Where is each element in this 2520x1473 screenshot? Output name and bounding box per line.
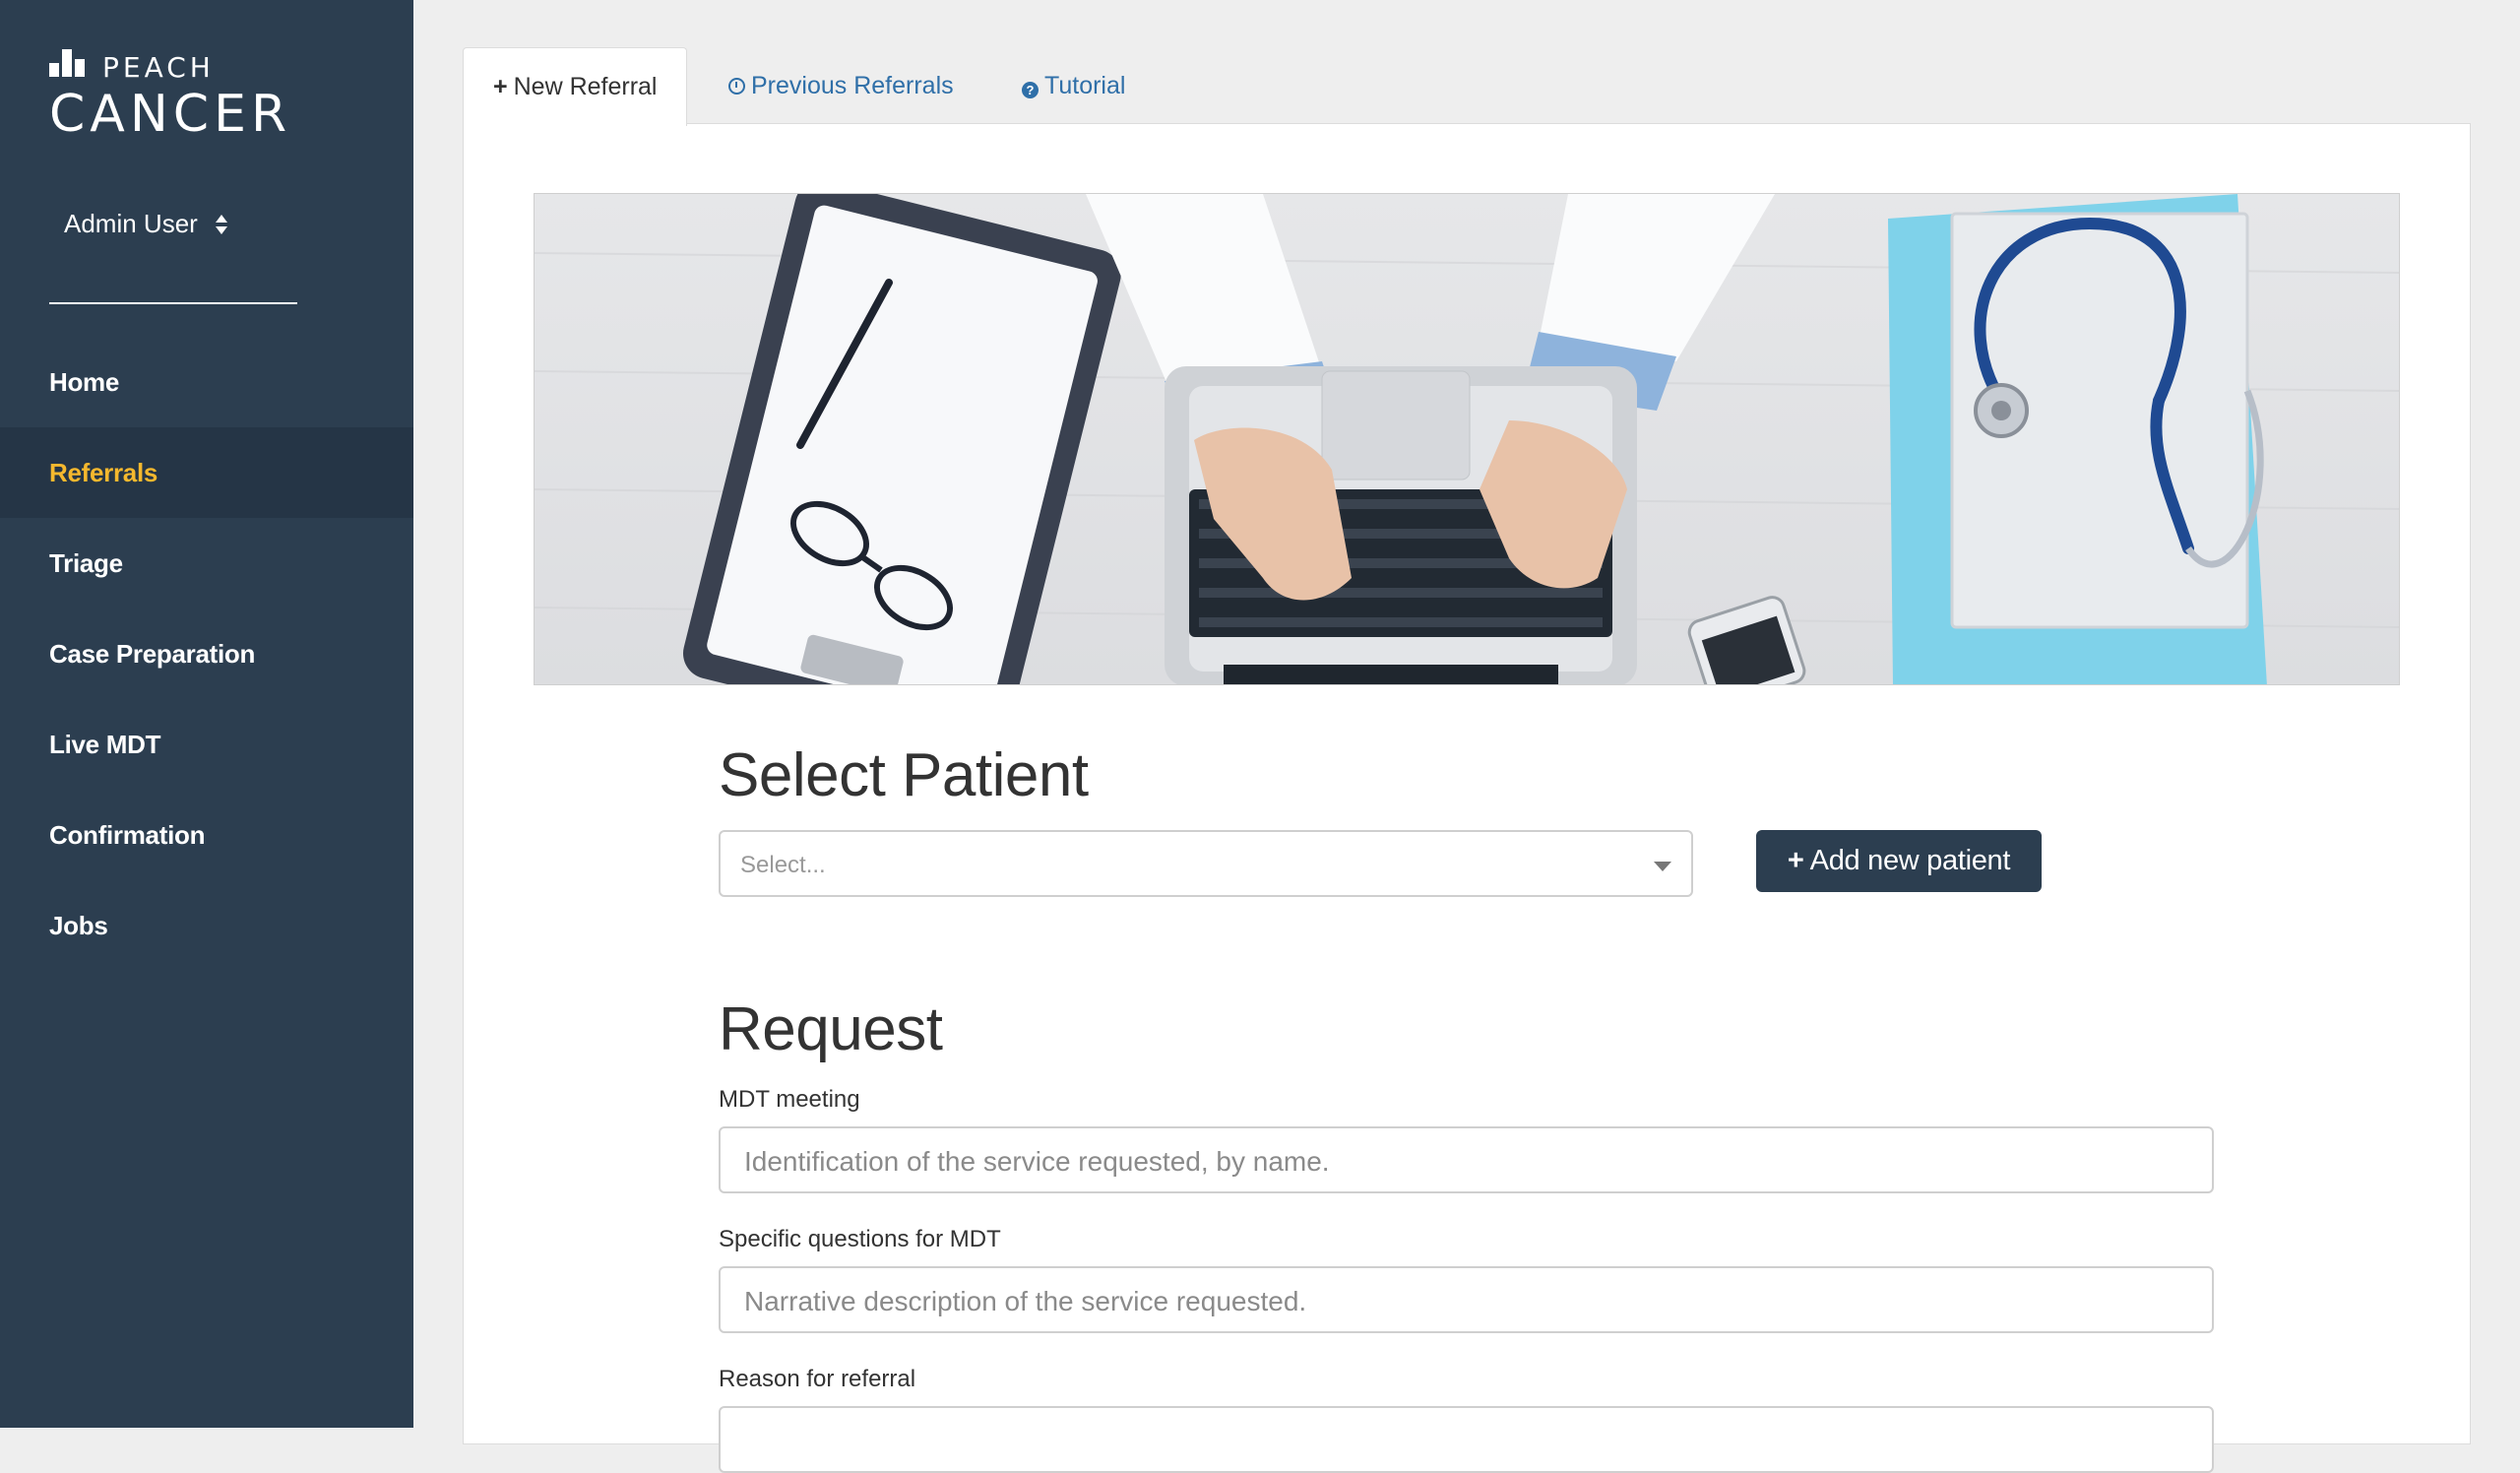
plus-icon: + [493, 73, 508, 100]
sidebar-item-triage[interactable]: Triage [0, 518, 413, 608]
sidebar-item-home[interactable]: Home [0, 337, 413, 427]
mdt-meeting-label: MDT meeting [719, 1086, 860, 1113]
sidebar-item-live-mdt[interactable]: Live MDT [0, 699, 413, 790]
reason-for-referral-input[interactable] [719, 1406, 2214, 1473]
specific-questions-placeholder: Narrative description of the service req… [744, 1286, 1307, 1316]
patient-select[interactable]: Select... [719, 830, 1693, 897]
sidebar: PEACH CANCER Admin User Home Referrals T… [0, 0, 413, 1428]
sidebar-item-jobs[interactable]: Jobs [0, 880, 413, 971]
sidebar-divider [49, 302, 297, 304]
select-patient-heading: Select Patient [719, 741, 1089, 809]
request-heading: Request [719, 995, 943, 1063]
reason-for-referral-label: Reason for referral [719, 1366, 916, 1392]
sort-caret-icon [215, 214, 227, 234]
tab-label: Previous Referrals [751, 72, 954, 99]
doctor-desk-illustration [535, 194, 2399, 684]
user-name: Admin User [64, 209, 198, 238]
tab-label: New Referral [513, 73, 658, 100]
sidebar-item-case-preparation[interactable]: Case Preparation [0, 608, 413, 699]
user-menu[interactable]: Admin User [64, 209, 227, 239]
mdt-meeting-input[interactable]: Identification of the service requested,… [719, 1126, 2214, 1193]
clock-icon [728, 78, 745, 95]
chevron-down-icon [1654, 862, 1671, 871]
tab-label: Tutorial [1044, 72, 1126, 99]
tab-new-referral[interactable]: + New Referral [463, 47, 688, 126]
tab-tutorial[interactable]: ? Tutorial [1022, 47, 1125, 124]
logo-bars-icon [49, 49, 91, 77]
logo-text-top: PEACH [102, 51, 215, 84]
add-new-patient-button[interactable]: + Add new patient [1756, 830, 2042, 892]
mdt-meeting-placeholder: Identification of the service requested,… [744, 1146, 1330, 1177]
plus-icon: + [1787, 845, 1804, 876]
specific-questions-input[interactable]: Narrative description of the service req… [719, 1266, 2214, 1333]
patient-select-placeholder: Select... [740, 852, 826, 878]
tab-previous-referrals[interactable]: Previous Referrals [728, 47, 954, 124]
specific-questions-label: Specific questions for MDT [719, 1226, 1001, 1252]
add-new-patient-label: Add new patient [1809, 845, 2011, 876]
logo-text-main: CANCER [49, 85, 292, 144]
sidebar-item-referrals[interactable]: Referrals [0, 427, 413, 518]
sidebar-nav: Home Referrals Triage Case Preparation L… [0, 337, 413, 971]
sidebar-item-confirmation[interactable]: Confirmation [0, 790, 413, 880]
hero-image [534, 193, 2400, 685]
question-circle-icon: ? [1022, 82, 1039, 98]
